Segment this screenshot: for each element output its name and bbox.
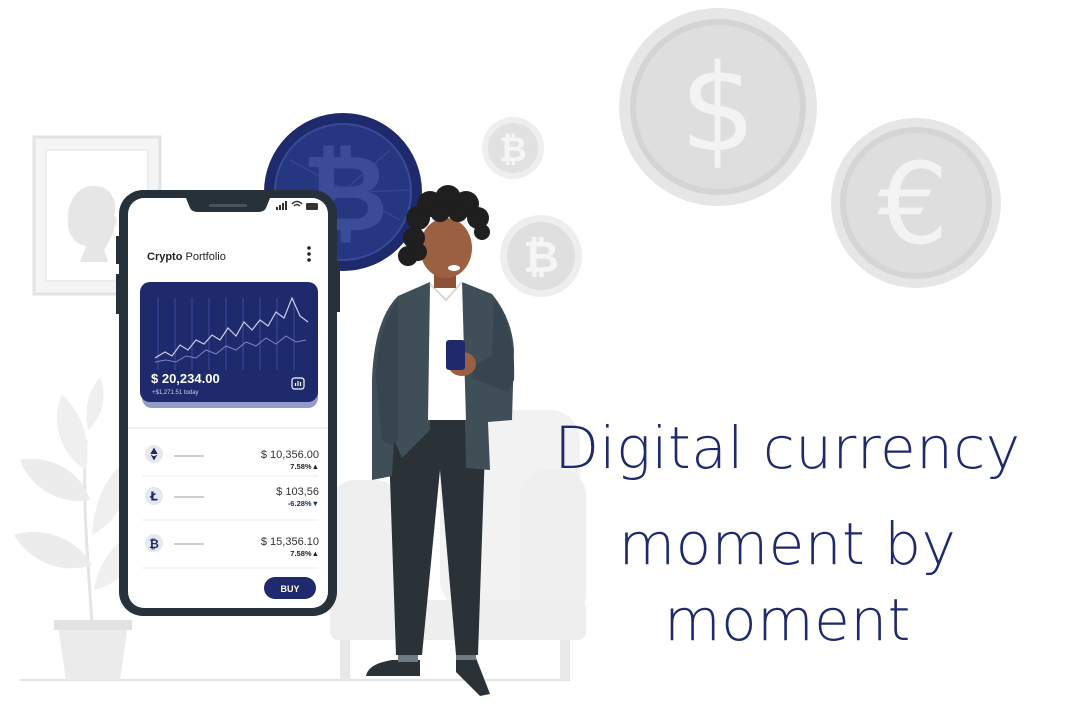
buy-button-label: BUY	[280, 584, 299, 594]
euro-coin-icon: €	[831, 118, 1001, 288]
headline-line-1: Digital currency	[554, 414, 1021, 482]
bitcoin-icon: ₿	[149, 537, 159, 551]
svg-text:₿: ₿	[523, 232, 559, 283]
small-bitcoin-coin-icon: ₿	[482, 117, 544, 179]
asset-change: 7.58%▲	[290, 462, 319, 471]
balance-change: +$1,271.51 today	[152, 390, 199, 396]
battery-icon	[306, 203, 318, 210]
held-phone-icon	[446, 340, 465, 370]
asset-price: $ 10,356.00	[261, 449, 319, 461]
asset-price: $ 15,356.10	[261, 536, 319, 548]
svg-text:€: €	[877, 140, 948, 270]
portfolio-title: Crypto Portfolio	[147, 251, 226, 263]
small-bitcoin-coin-icon: ₿	[500, 215, 582, 297]
asset-change: -6.28%▼	[288, 499, 319, 508]
svg-text:₿: ₿	[499, 130, 527, 170]
dollar-coin-icon: $	[619, 8, 817, 206]
balance-value: $ 20,234.00	[151, 371, 220, 386]
svg-text:$: $	[680, 40, 756, 179]
buy-button[interactable]: BUY	[264, 577, 316, 599]
smartphone: Crypto Portfolio $ 20,234.00 +$1,271.51 …	[116, 190, 340, 616]
headline-line-2: moment by moment	[618, 510, 957, 654]
asset-change: 7.58%▲	[290, 549, 319, 558]
asset-price: $ 103,56	[276, 486, 319, 498]
more-options-icon[interactable]	[307, 246, 311, 262]
litecoin-icon: Ł	[149, 490, 158, 504]
illustration-canvas: $ € ₿ ₿ ₿ Crypto Portfolio $ 20,234.00 +…	[0, 0, 1077, 716]
